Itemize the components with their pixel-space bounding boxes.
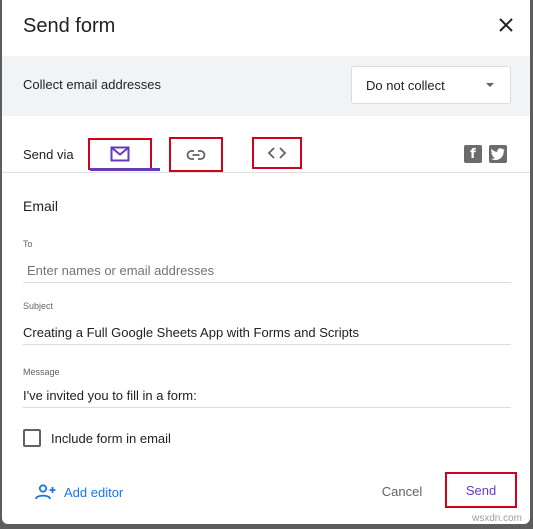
dialog-title: Send form: [23, 15, 116, 37]
add-person-icon: [35, 484, 56, 500]
twitter-icon: [491, 148, 505, 160]
add-editor-label: Add editor: [64, 484, 124, 500]
twitter-share-button[interactable]: [489, 145, 507, 163]
watermark: wsxdn.com: [472, 513, 523, 524]
collect-email-band: Collect email addresses Do not collect: [2, 56, 530, 116]
collect-email-selected-value: Do not collect: [366, 78, 445, 93]
facebook-share-button[interactable]: f: [464, 145, 482, 163]
to-label: To: [23, 239, 33, 249]
send-form-dialog: Send form Collect email addresses Do not…: [2, 0, 530, 524]
code-brackets-icon: [267, 147, 287, 159]
close-icon: [499, 18, 513, 32]
subject-label: Subject: [23, 301, 54, 311]
caret-down-icon: [486, 83, 494, 87]
active-tab-indicator: [90, 168, 160, 171]
tab-embed[interactable]: [252, 137, 302, 169]
header-divider: [2, 172, 530, 173]
email-section-title: Email: [23, 198, 59, 214]
message-input[interactable]: [23, 384, 511, 408]
link-icon: [186, 149, 206, 160]
include-form-label: Include form in email: [51, 431, 171, 446]
send-button[interactable]: Send: [445, 472, 517, 508]
message-label: Message: [23, 367, 60, 377]
subject-input[interactable]: [23, 321, 511, 345]
envelope-icon: [110, 146, 130, 162]
collect-email-select[interactable]: Do not collect: [351, 66, 511, 104]
facebook-icon: f: [470, 146, 476, 162]
cancel-button[interactable]: Cancel: [368, 478, 436, 504]
send-via-label: Send via: [23, 147, 74, 162]
close-button[interactable]: [494, 13, 518, 37]
tab-email[interactable]: [88, 138, 152, 170]
tab-link[interactable]: [169, 137, 223, 172]
collect-email-label: Collect email addresses: [23, 77, 162, 92]
include-form-checkbox[interactable]: [23, 429, 41, 447]
to-input[interactable]: [23, 259, 511, 283]
add-editor-button[interactable]: Add editor: [34, 482, 123, 502]
